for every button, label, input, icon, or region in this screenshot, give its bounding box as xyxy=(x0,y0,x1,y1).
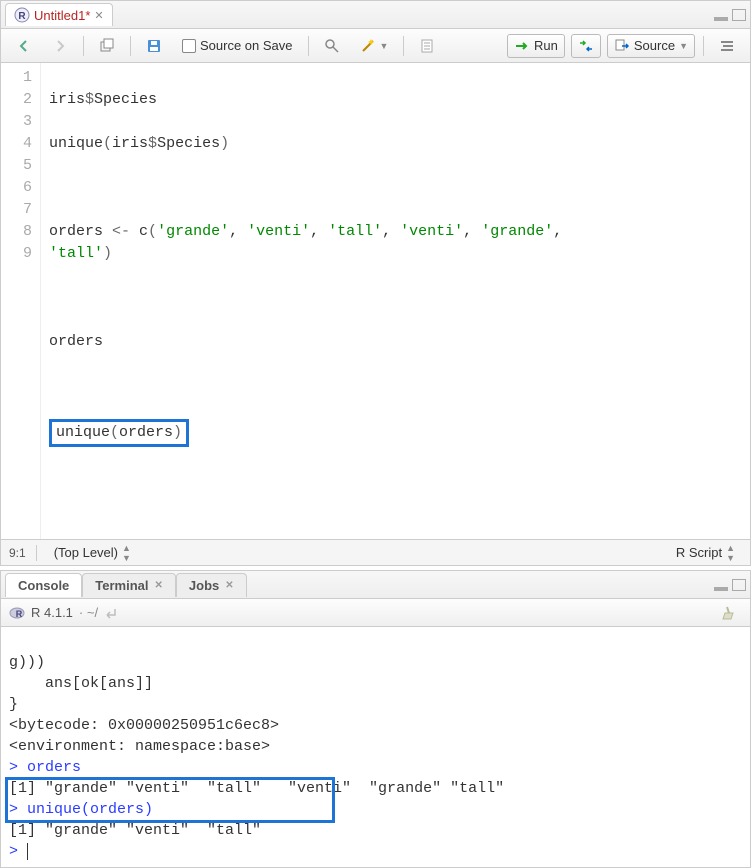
working-dir: · ~/ xyxy=(79,605,98,620)
clear-console-button[interactable] xyxy=(712,601,742,625)
editor-tab-bar: R Untitled1* ✕ xyxy=(1,1,750,29)
outline-button[interactable] xyxy=(712,34,742,58)
code-editor[interactable]: 1 2 3 4 5 6 7 8 9 iris$Species unique(ir… xyxy=(1,63,750,539)
rerun-button[interactable] xyxy=(571,34,601,58)
show-in-new-window-button[interactable] xyxy=(92,34,122,58)
code-content: iris$Species unique(iris$Species) orders… xyxy=(41,63,579,539)
r-logo-icon: R xyxy=(9,605,25,621)
source-button[interactable]: Source ▼ xyxy=(607,34,695,58)
maximize-icon[interactable] xyxy=(732,9,746,21)
outline-icon xyxy=(719,38,735,54)
source-label: Source xyxy=(634,38,675,53)
console-pane: Console Terminal✕ Jobs✕ R R 4.1.1 · ~/ g… xyxy=(0,570,751,868)
popout-icon xyxy=(99,38,115,54)
save-button[interactable] xyxy=(139,34,169,58)
scope-selector[interactable]: (Top Level) ▲▼ xyxy=(47,539,138,567)
svg-text:R: R xyxy=(18,11,26,22)
gutter: 1 2 3 4 5 6 7 8 9 xyxy=(1,63,41,539)
tab-terminal[interactable]: Terminal✕ xyxy=(82,573,176,597)
find-button[interactable] xyxy=(317,34,347,58)
compile-report-button[interactable] xyxy=(412,34,442,58)
editor-status-bar: 9:1 (Top Level) ▲▼ R Script ▲▼ xyxy=(1,539,750,565)
tab-title: Untitled1* xyxy=(34,8,90,23)
wand-icon xyxy=(360,38,376,54)
svg-text:R: R xyxy=(16,609,23,619)
maximize-icon[interactable] xyxy=(732,579,746,591)
minimize-icon[interactable] xyxy=(714,587,728,591)
run-label: Run xyxy=(534,38,558,53)
r-version: R 4.1.1 xyxy=(31,605,73,620)
editor-pane: R Untitled1* ✕ Source on Save ▼ Run Sour… xyxy=(0,0,751,566)
highlighted-code: unique(orders) xyxy=(49,419,189,447)
window-controls xyxy=(714,9,746,21)
arrow-left-icon xyxy=(16,38,32,54)
broom-icon xyxy=(719,605,735,621)
minimize-icon[interactable] xyxy=(714,17,728,21)
notebook-icon xyxy=(419,38,435,54)
cursor-position: 9:1 xyxy=(9,546,26,560)
language-selector[interactable]: R Script ▲▼ xyxy=(669,539,742,567)
arrow-right-icon xyxy=(52,38,68,54)
rerun-icon xyxy=(578,38,594,54)
forward-button[interactable] xyxy=(45,34,75,58)
editor-tab[interactable]: R Untitled1* ✕ xyxy=(5,3,113,26)
close-icon[interactable]: ✕ xyxy=(225,580,233,591)
source-on-save-toggle[interactable]: Source on Save xyxy=(175,34,300,57)
r-file-icon: R xyxy=(14,7,30,23)
close-icon[interactable]: ✕ xyxy=(155,580,163,591)
source-icon xyxy=(614,38,630,54)
run-icon xyxy=(514,38,530,54)
back-button[interactable] xyxy=(9,34,39,58)
tab-console[interactable]: Console xyxy=(5,573,82,597)
save-icon xyxy=(146,38,162,54)
search-icon xyxy=(324,38,340,54)
run-button[interactable]: Run xyxy=(507,34,565,58)
tab-jobs[interactable]: Jobs✕ xyxy=(176,573,247,597)
editor-toolbar: Source on Save ▼ Run Source ▼ xyxy=(1,29,750,63)
console-sub-bar: R R 4.1.1 · ~/ xyxy=(1,599,750,627)
checkbox-icon xyxy=(182,39,196,53)
close-icon[interactable]: ✕ xyxy=(94,9,103,22)
console-tab-bar: Console Terminal✕ Jobs✕ xyxy=(1,571,750,599)
console-output[interactable]: g))) ans[ok[ans]] } <bytecode: 0x0000025… xyxy=(1,627,750,867)
code-tools-button[interactable]: ▼ xyxy=(353,34,396,58)
window-controls xyxy=(714,579,746,591)
source-on-save-label: Source on Save xyxy=(200,38,293,53)
return-icon[interactable] xyxy=(104,605,120,621)
